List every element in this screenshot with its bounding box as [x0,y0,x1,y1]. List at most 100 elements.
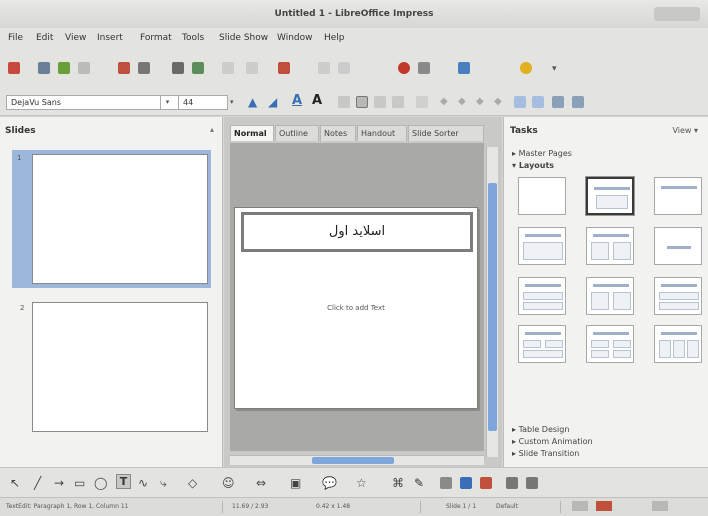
slide-thumbnail-1[interactable]: 1 [12,150,211,288]
paste-icon[interactable] [246,62,258,74]
task-master-pages[interactable]: ▸ Master Pages [512,149,572,158]
scroll-thumb[interactable] [488,183,497,431]
gallery-icon[interactable] [460,477,472,489]
line-icon[interactable]: ╱ [34,476,41,490]
demote-icon[interactable]: ◆ [458,96,466,107]
task-layouts[interactable]: ▾ Layouts [512,161,554,170]
font-size-input[interactable]: 44 [178,95,228,110]
block-arrows-icon[interactable]: ⇔ [256,476,266,490]
content-placeholder[interactable]: Click to add Text [235,304,477,312]
image-icon[interactable] [458,62,470,74]
rectangle-icon[interactable]: ▭ [74,476,85,490]
layout-option-5[interactable] [586,227,634,265]
chevron-down-icon[interactable]: ▾ [230,95,240,110]
layout-option-11[interactable] [586,325,634,363]
flowchart-icon[interactable]: ▣ [290,476,301,490]
bold-icon[interactable]: A [312,93,322,108]
layout-option-10[interactable] [518,325,566,363]
layout-option-8[interactable] [586,277,634,315]
character-icon[interactable] [552,96,564,108]
tab-handout[interactable]: Handout [357,125,407,141]
decrease-font-icon[interactable]: ◢ [268,95,277,109]
align-objects-icon[interactable] [506,477,518,489]
layout-option-7[interactable] [518,277,566,315]
move-up-icon[interactable]: ◆ [476,96,484,107]
menu-slideshow[interactable]: Slide Show [219,33,268,43]
fontwork-icon[interactable]: ✎ [414,476,424,490]
tab-normal[interactable]: Normal [230,125,274,141]
promote-icon[interactable]: ◆ [440,96,448,107]
tab-notes[interactable]: Notes [320,125,356,141]
slide-canvas[interactable]: اسلاید اول Click to add Text [230,143,484,451]
align-left-icon[interactable] [338,96,350,108]
justify-icon[interactable] [392,96,404,108]
menu-edit[interactable]: Edit [36,33,53,43]
connector-icon[interactable]: ⤷ [160,476,167,491]
dropdown-icon[interactable]: ▾ [552,64,557,74]
ellipse-icon[interactable]: ◯ [94,476,107,490]
export-pdf-icon[interactable] [118,62,130,74]
cut-icon[interactable] [192,62,204,74]
align-center-icon[interactable] [356,96,368,108]
copy-icon[interactable] [222,62,234,74]
menu-file[interactable]: File [8,33,23,43]
layout-option-2[interactable] [586,177,634,215]
chart-icon[interactable] [398,62,410,74]
menu-view[interactable]: View [65,33,86,43]
slide-thumbnail-2[interactable]: 2 [12,298,211,436]
menu-help[interactable]: Help [324,33,345,43]
menu-insert[interactable]: Insert [97,33,123,43]
move-down-icon[interactable]: ◆ [494,96,502,107]
task-custom-animation[interactable]: ▸ Custom Animation [512,437,593,446]
zoom-in-icon[interactable] [652,501,668,511]
extrusion-icon[interactable] [480,477,492,489]
zoom-slider[interactable] [596,501,612,511]
title-placeholder[interactable]: اسلاید اول [241,212,473,252]
arrow-icon[interactable]: → [54,476,64,490]
layout-option-9[interactable] [654,277,702,315]
close-icon[interactable]: ▴ [210,125,214,134]
layout-option-12[interactable] [654,325,702,363]
open-icon[interactable] [38,62,50,74]
zoom-out-icon[interactable] [572,501,588,511]
bullets-icon[interactable] [416,96,428,108]
select-icon[interactable]: ↖ [10,476,20,490]
symbol-shapes-icon[interactable]: ☺ [222,476,235,490]
view-menu-button[interactable]: View ▾ [672,126,698,135]
layout-option-6[interactable] [654,227,702,265]
ltr-icon[interactable] [514,96,526,108]
tab-outline[interactable]: Outline [275,125,319,141]
slide[interactable]: اسلاید اول Click to add Text [234,207,478,409]
new-icon[interactable] [8,62,20,74]
spellcheck-icon[interactable] [172,62,184,74]
navigator-icon[interactable] [520,62,532,74]
task-table-design[interactable]: ▸ Table Design [512,425,569,434]
clone-formatting-icon[interactable] [278,62,290,74]
from-file-icon[interactable] [440,477,452,489]
menu-window[interactable]: Window [277,33,313,43]
email-icon[interactable] [78,62,90,74]
rtl-icon[interactable] [532,96,544,108]
window-controls[interactable] [654,7,700,21]
scroll-thumb[interactable] [312,457,394,464]
curve-icon[interactable]: ∿ [138,476,148,490]
task-slide-transition[interactable]: ▸ Slide Transition [512,449,579,458]
undo-icon[interactable] [318,62,330,74]
vertical-scrollbar[interactable] [486,147,498,457]
basic-shapes-icon[interactable]: ◇ [188,476,197,490]
text-icon[interactable]: T [116,474,131,489]
arrange-icon[interactable] [526,477,538,489]
layout-option-1[interactable] [518,177,566,215]
points-icon[interactable]: ⌘ [392,476,404,490]
align-right-icon[interactable] [374,96,386,108]
font-name-input[interactable]: DejaVu Sans [6,95,182,110]
horizontal-scrollbar[interactable] [230,455,484,465]
save-icon[interactable] [58,62,70,74]
increase-font-icon[interactable]: ▲ [248,95,257,109]
callouts-icon[interactable]: 💬 [322,476,337,490]
menu-format[interactable]: Format [140,33,172,43]
chevron-down-icon[interactable]: ▾ [160,95,174,110]
redo-icon[interactable] [338,62,350,74]
stars-icon[interactable]: ☆ [356,476,367,490]
paragraph-icon[interactable] [572,96,584,108]
